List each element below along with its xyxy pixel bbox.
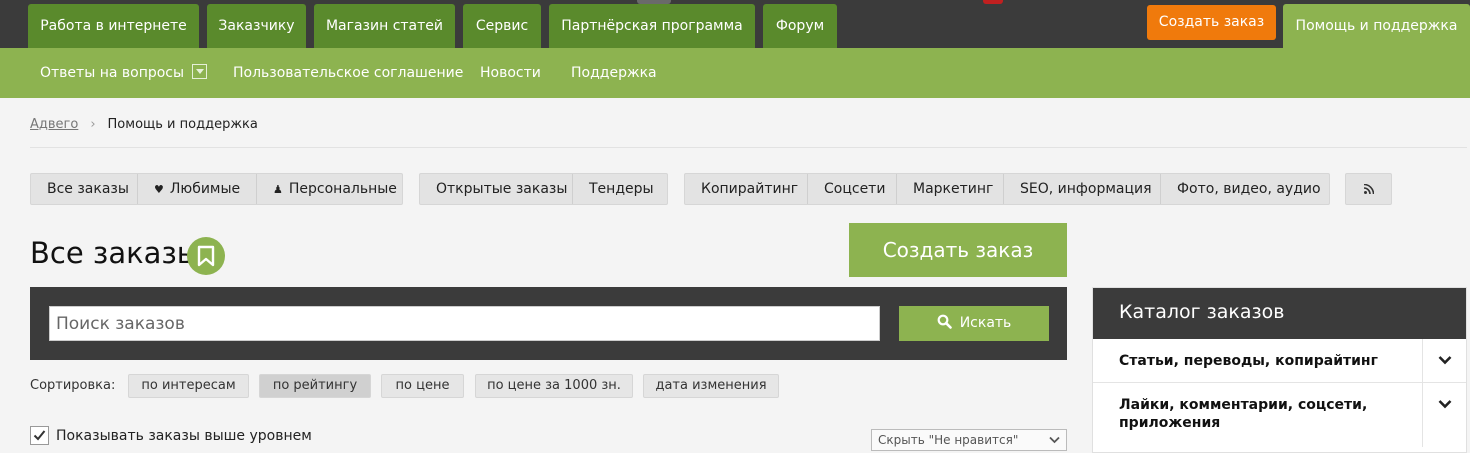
- filter-copywriting[interactable]: Копирайтинг: [685, 174, 808, 204]
- top-tab-work-online[interactable]: Работа в интернете: [28, 4, 199, 48]
- filter-social[interactable]: Соцсети: [808, 174, 897, 204]
- bookmark-icon: [197, 245, 215, 267]
- filter-group-orders: Все заказы ♥ Любимые ♟ Персональные: [30, 173, 403, 205]
- create-order-button[interactable]: Создать заказ: [849, 223, 1067, 277]
- checkmark-icon: [33, 430, 46, 441]
- filter-tenders[interactable]: Тендеры: [573, 174, 667, 204]
- subnav-item-label: Ответы на вопросы: [40, 65, 185, 81]
- sub-navigation: Ответы на вопросы Пользовательское согла…: [0, 48, 1470, 98]
- filter-marketing[interactable]: Маркетинг: [897, 174, 1004, 204]
- filter-open-orders[interactable]: Открытые заказы: [420, 174, 573, 204]
- filter-group-categories: Копирайтинг Соцсети Маркетинг SEO, инфор…: [684, 173, 1330, 205]
- notification-indicator: [983, 0, 1003, 4]
- expand-button[interactable]: [1422, 383, 1466, 447]
- show-higher-level-checkbox[interactable]: [30, 426, 49, 445]
- breadcrumb-root-link[interactable]: Адвего: [30, 117, 78, 132]
- catalog-item-articles[interactable]: Статьи, переводы, копирайтинг: [1093, 339, 1466, 383]
- search-panel: Искать: [30, 287, 1067, 360]
- bookmark-button[interactable]: [187, 237, 225, 275]
- order-catalog: Каталог заказов Статьи, переводы, копира…: [1092, 287, 1467, 453]
- dropdown-arrow-icon[interactable]: [192, 63, 208, 79]
- filter-label: Любимые: [169, 181, 241, 197]
- hide-select-value: Скрыть "Не нравится": [878, 433, 1019, 447]
- sort-by-price[interactable]: по цене: [381, 374, 464, 398]
- search-input[interactable]: [49, 306, 880, 341]
- sort-by-date-modified[interactable]: дата изменения: [643, 374, 779, 398]
- search-button-label: Искать: [959, 315, 1012, 331]
- chevron-down-icon: [1438, 400, 1452, 409]
- breadcrumb-current: Помощь и поддержка: [107, 117, 258, 132]
- breadcrumb-separator: ›: [90, 117, 96, 132]
- subnav-item-support[interactable]: Поддержка: [571, 48, 657, 98]
- catalog-item-label: Статьи, переводы, копирайтинг: [1119, 353, 1378, 369]
- page-title: Все заказы: [30, 236, 200, 270]
- user-icon: ♟: [273, 183, 283, 196]
- subnav-item-agreement[interactable]: Пользовательское соглашение: [233, 48, 463, 98]
- sort-by-price-per-1000[interactable]: по цене за 1000 зн.: [475, 374, 633, 398]
- top-tab-forum[interactable]: Форум: [763, 4, 837, 48]
- top-tab-customer[interactable]: Заказчику: [207, 4, 306, 48]
- search-button[interactable]: Искать: [899, 306, 1049, 341]
- top-tab-service[interactable]: Сервис: [463, 4, 541, 48]
- sort-by-interest[interactable]: по интересам: [128, 374, 249, 398]
- filter-group-status: Открытые заказы Тендеры: [419, 173, 668, 205]
- sort-by-rating[interactable]: по рейтингу: [259, 374, 371, 398]
- rss-icon: [1363, 183, 1374, 195]
- rss-group: [1345, 173, 1392, 205]
- catalog-title: Каталог заказов: [1093, 288, 1466, 339]
- chevron-down-icon: [1049, 436, 1060, 444]
- filter-seo[interactable]: SEO, информация: [1004, 174, 1161, 204]
- expand-button[interactable]: [1422, 339, 1466, 382]
- catalog-item-label: Лайки, комментарии, соцсети, приложения: [1119, 397, 1368, 431]
- filter-favorites[interactable]: ♥ Любимые: [138, 174, 257, 204]
- breadcrumb: Адвего › Помощь и поддержка: [30, 117, 258, 132]
- hide-disliked-select[interactable]: Скрыть "Не нравится": [871, 429, 1067, 451]
- subnav-item-news[interactable]: Новости: [480, 48, 541, 98]
- top-navigation: Работа в интернете Заказчику Магазин ста…: [0, 0, 1470, 48]
- sort-label: Сортировка:: [30, 378, 116, 393]
- filter-media[interactable]: Фото, видео, аудио: [1161, 174, 1329, 204]
- filter-personal[interactable]: ♟ Персональные: [257, 174, 402, 204]
- chevron-down-icon: [1438, 356, 1452, 365]
- subnav-item-faq[interactable]: Ответы на вопросы: [40, 48, 208, 98]
- rss-button[interactable]: [1346, 174, 1391, 204]
- create-order-top-button[interactable]: Создать заказ: [1147, 5, 1276, 40]
- search-icon: [937, 314, 952, 329]
- top-tab-article-shop[interactable]: Магазин статей: [314, 4, 455, 48]
- top-tab-help[interactable]: Помощь и поддержка: [1283, 4, 1470, 48]
- filter-all-orders[interactable]: Все заказы: [31, 174, 138, 204]
- top-tab-affiliate[interactable]: Партнёрская программа: [549, 4, 755, 48]
- heart-icon: ♥: [154, 183, 164, 196]
- divider: [30, 147, 1467, 148]
- catalog-item-social[interactable]: Лайки, комментарии, соцсети, приложения: [1093, 383, 1466, 447]
- filter-label: Персональные: [288, 181, 397, 197]
- show-higher-level-label[interactable]: Показывать заказы выше уровнем: [56, 428, 312, 444]
